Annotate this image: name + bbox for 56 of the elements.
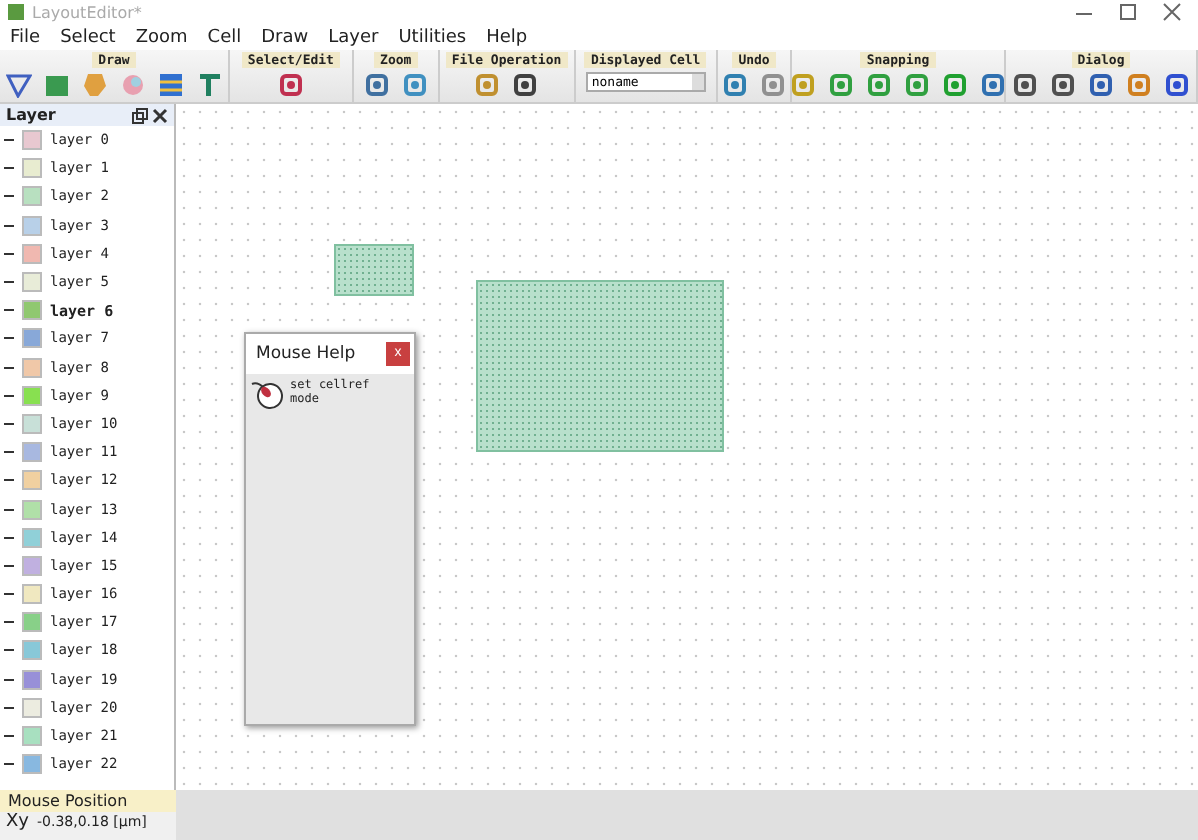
visibility-icon[interactable] — [4, 306, 14, 315]
menu-item[interactable]: File — [10, 27, 41, 47]
mouse-icon — [250, 378, 286, 410]
visibility-icon[interactable] — [4, 505, 14, 514]
visibility-icon[interactable] — [4, 363, 14, 372]
visibility-icon[interactable] — [4, 391, 14, 400]
toolbar-icon[interactable] — [1088, 72, 1115, 98]
visibility-icon[interactable] — [4, 476, 14, 485]
menu-item[interactable]: Draw — [261, 27, 309, 47]
visibility-icon[interactable] — [4, 249, 14, 258]
visibility-icon[interactable] — [4, 732, 14, 741]
toolbar-icon[interactable] — [980, 72, 1007, 98]
menu-item[interactable]: Help — [486, 27, 528, 47]
visibility-icon[interactable] — [4, 561, 14, 570]
visibility-icon[interactable] — [4, 136, 14, 145]
menu-item[interactable]: Utilities — [398, 27, 467, 47]
float-icon[interactable] — [132, 107, 148, 123]
menu-item[interactable]: Select — [60, 27, 116, 47]
menu-item[interactable]: Cell — [207, 27, 242, 47]
toolbar-icon[interactable] — [512, 72, 539, 98]
visibility-icon[interactable] — [4, 590, 14, 599]
visibility-icon[interactable] — [4, 760, 14, 769]
toolbar-icon[interactable] — [363, 72, 390, 98]
axis-label: Xy — [6, 812, 29, 832]
visibility-icon[interactable] — [4, 675, 14, 684]
toolbar-icon[interactable] — [722, 72, 749, 98]
toolbar-icon[interactable] — [1012, 72, 1039, 98]
visibility-icon[interactable] — [4, 448, 14, 457]
dialog-title: Mouse Help — [256, 344, 358, 364]
close-icon[interactable] — [1162, 2, 1182, 22]
visibility-icon[interactable] — [4, 221, 14, 230]
panel-title: Layer — [6, 106, 56, 124]
toolbar-icon[interactable] — [277, 72, 304, 98]
toolbar-icon[interactable] — [1164, 72, 1191, 98]
menu-item[interactable]: Layer — [328, 27, 379, 47]
path-icon[interactable] — [158, 72, 184, 98]
window-title: LayoutEditor* — [32, 3, 142, 21]
visibility-icon[interactable] — [4, 334, 14, 343]
visibility-icon[interactable] — [4, 164, 14, 173]
close-icon[interactable] — [152, 107, 168, 123]
app-icon — [8, 4, 24, 20]
text-tool-icon[interactable] — [196, 72, 222, 98]
menu-item[interactable]: Zoom — [135, 27, 188, 47]
visibility-icon[interactable] — [4, 419, 14, 428]
visibility-icon[interactable] — [4, 533, 14, 542]
panel-title: Mouse Position — [0, 790, 176, 812]
visibility-icon[interactable] — [4, 278, 14, 287]
rectangle-icon[interactable] — [44, 72, 70, 98]
visibility-icon[interactable] — [4, 703, 14, 712]
visibility-icon[interactable] — [4, 192, 14, 201]
visibility-icon[interactable] — [4, 646, 14, 655]
triangle-icon[interactable] — [6, 72, 32, 98]
rectangle-shape — [334, 244, 414, 296]
toolbar-icon[interactable] — [1050, 72, 1077, 98]
visibility-icon[interactable] — [4, 618, 14, 627]
maximize-icon[interactable] — [1118, 2, 1138, 22]
